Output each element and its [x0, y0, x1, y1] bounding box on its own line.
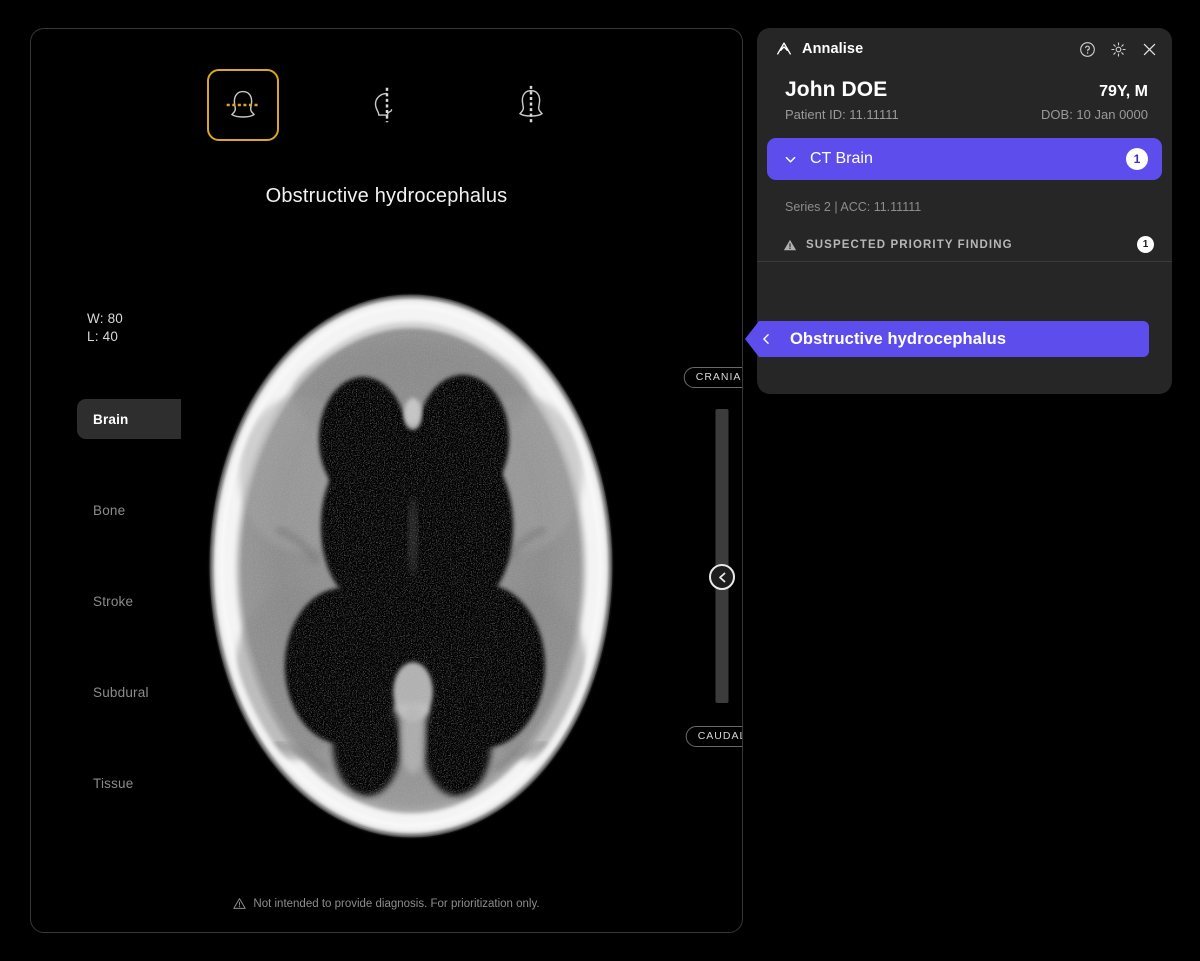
patient-id: Patient ID: 11.11111 [785, 107, 899, 122]
panel-header: Annalise [757, 28, 1172, 70]
patient-age-sex: 79Y, M [1099, 83, 1148, 100]
plane-button-sagittal[interactable] [351, 69, 423, 141]
plane-button-axial[interactable] [206, 69, 279, 141]
image-viewer-panel: Obstructive hydrocephalus W: 80 L: 40 Br… [30, 28, 743, 933]
app-root: Obstructive hydrocephalus W: 80 L: 40 Br… [0, 0, 1200, 961]
warning-triangle-icon [233, 898, 247, 909]
brand: Annalise [775, 40, 863, 58]
finding-label: Obstructive hydrocephalus [790, 329, 1007, 348]
brand-name: Annalise [802, 41, 864, 57]
priority-finding-count-badge: 1 [1137, 236, 1154, 253]
preset-label: Brain [93, 411, 129, 427]
window-level-value: L: 40 [87, 329, 119, 344]
annalise-results-panel: Annalise John DOE 79Y, M Patient ID: 11.… [745, 28, 1172, 394]
ct-brain-image[interactable] [181, 274, 641, 854]
plane-button-coronal[interactable] [495, 69, 567, 141]
disclaimer-text: Not intended to provide diagnosis. For p… [253, 897, 540, 910]
preset-label: Stroke [93, 593, 134, 609]
preset-label: Subdural [93, 684, 149, 700]
slider-label-caudal: CAUDAL [685, 726, 742, 747]
priority-finding-label: SUSPECTED PRIORITY FINDING [806, 238, 1013, 251]
series-info: Series 2 | ACC: 11.11111 [785, 200, 922, 214]
axial-head-icon [226, 90, 259, 118]
study-count-badge: 1 [1126, 148, 1148, 170]
panel-header-actions [1079, 41, 1158, 58]
slider-track[interactable] [715, 409, 729, 703]
patient-info: John DOE 79Y, M Patient ID: 11.11111 DOB… [757, 70, 1172, 138]
preset-label: Tissue [93, 775, 134, 791]
preset-label: Bone [93, 502, 126, 518]
viewer-finding-title: Obstructive hydrocephalus [265, 185, 508, 207]
coronal-head-icon [518, 85, 543, 125]
sagittal-head-icon [374, 87, 392, 123]
chevron-left-icon [763, 334, 769, 344]
window-level-readout: W: 80 L: 40 [87, 310, 123, 346]
priority-finding-section-header: SUSPECTED PRIORITY FINDING 1 [757, 228, 1172, 262]
ct-slice-graphic [181, 274, 641, 854]
finding-item-obstructive-hydrocephalus[interactable]: Obstructive hydrocephalus [745, 321, 1149, 357]
disclaimer: Not intended to provide diagnosis. For p… [31, 897, 742, 910]
slider-label-cranial: CRANIAL [683, 367, 742, 388]
warning-triangle-icon [783, 239, 797, 250]
window-width-value: W: 80 [87, 311, 124, 326]
close-icon[interactable] [1141, 41, 1158, 58]
annalise-triangle-logo [777, 42, 791, 55]
patient-dob: DOB: 10 Jan 0000 [1041, 107, 1148, 122]
slider-handle[interactable] [709, 564, 735, 590]
study-label: CT Brain [810, 150, 873, 167]
settings-gear-icon[interactable] [1110, 41, 1127, 58]
help-icon[interactable] [1079, 41, 1096, 58]
plane-selector [31, 69, 742, 141]
chevron-left-icon [718, 572, 725, 582]
study-header-ct-brain[interactable]: CT Brain 1 [767, 138, 1162, 180]
slice-scroll-slider[interactable]: CRANIAL CAUDAL [679, 367, 742, 747]
patient-name: John DOE [785, 78, 888, 101]
chevron-down-icon [785, 156, 796, 162]
